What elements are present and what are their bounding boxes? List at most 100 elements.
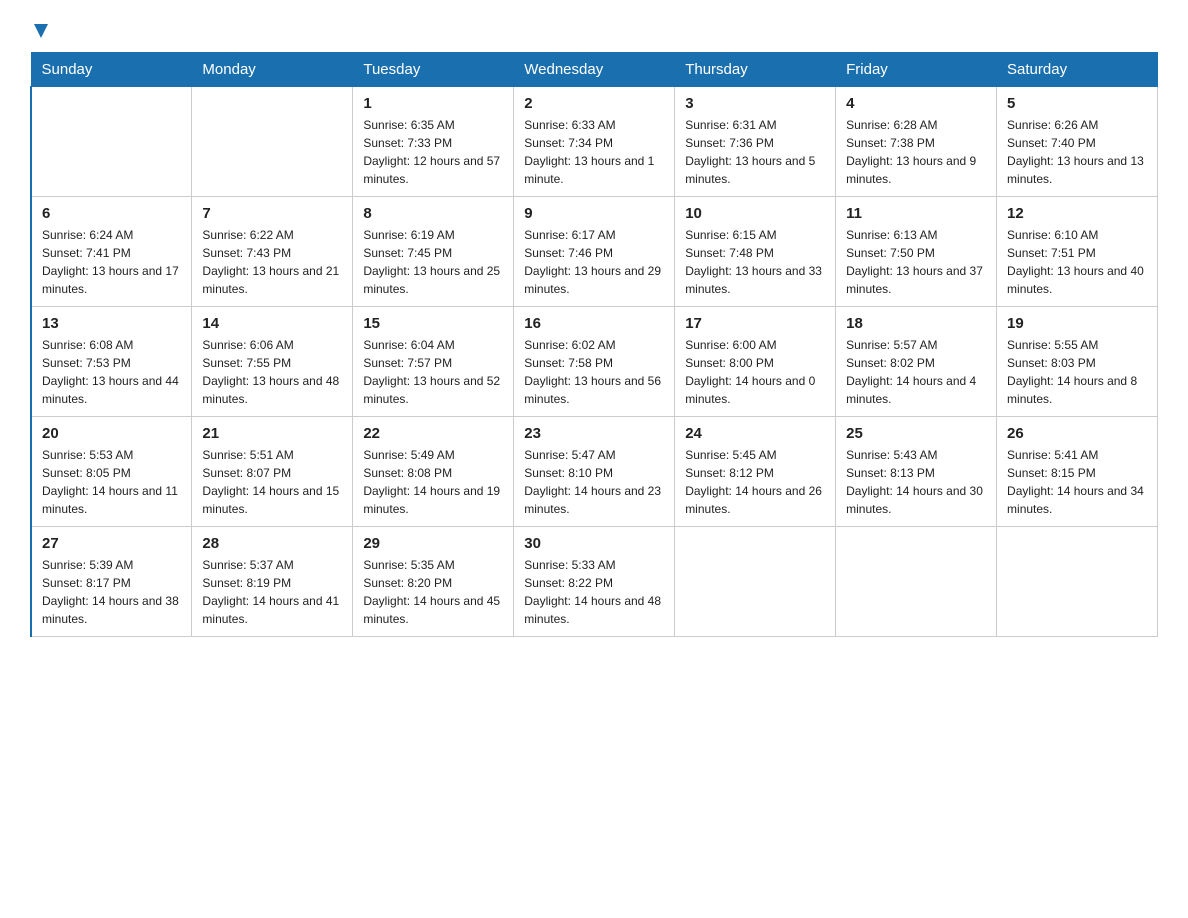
day-number: 13 bbox=[42, 315, 181, 332]
calendar-cell: 10 Sunrise: 6:15 AM Sunset: 7:48 PM Dayli… bbox=[675, 197, 836, 307]
day-number: 3 bbox=[685, 95, 825, 112]
column-header-sunday: Sunday bbox=[31, 53, 192, 87]
calendar-cell: 8 Sunrise: 6:19 AM Sunset: 7:45 PM Daylig… bbox=[353, 197, 514, 307]
calendar-cell bbox=[31, 87, 192, 197]
column-header-thursday: Thursday bbox=[675, 53, 836, 87]
column-header-wednesday: Wednesday bbox=[514, 53, 675, 87]
calendar-cell: 18 Sunrise: 5:57 AM Sunset: 8:02 PM Dayli… bbox=[836, 307, 997, 417]
day-info: Sunrise: 6:31 AM Sunset: 7:36 PM Dayligh… bbox=[685, 116, 825, 188]
day-info: Sunrise: 6:06 AM Sunset: 7:55 PM Dayligh… bbox=[202, 336, 342, 408]
day-number: 19 bbox=[1007, 315, 1147, 332]
calendar-cell bbox=[836, 527, 997, 637]
day-info: Sunrise: 5:35 AM Sunset: 8:20 PM Dayligh… bbox=[363, 556, 503, 628]
calendar-cell: 14 Sunrise: 6:06 AM Sunset: 7:55 PM Dayli… bbox=[192, 307, 353, 417]
column-header-friday: Friday bbox=[836, 53, 997, 87]
day-info: Sunrise: 6:22 AM Sunset: 7:43 PM Dayligh… bbox=[202, 226, 342, 298]
day-number: 18 bbox=[846, 315, 986, 332]
day-number: 28 bbox=[202, 535, 342, 552]
calendar-cell: 1Sunrise: 6:35 AM Sunset: 7:33 PM Daylig… bbox=[353, 87, 514, 197]
day-number: 26 bbox=[1007, 425, 1147, 442]
calendar-cell: 2 Sunrise: 6:33 AM Sunset: 7:34 PM Daylig… bbox=[514, 87, 675, 197]
calendar-cell: 27 Sunrise: 5:39 AM Sunset: 8:17 PM Dayli… bbox=[31, 527, 192, 637]
day-info: Sunrise: 5:43 AM Sunset: 8:13 PM Dayligh… bbox=[846, 446, 986, 518]
week-row-1: 1Sunrise: 6:35 AM Sunset: 7:33 PM Daylig… bbox=[31, 87, 1158, 197]
day-number: 7 bbox=[202, 205, 342, 222]
day-number: 15 bbox=[363, 315, 503, 332]
calendar-cell: 17 Sunrise: 6:00 AM Sunset: 8:00 PM Dayli… bbox=[675, 307, 836, 417]
day-number: 14 bbox=[202, 315, 342, 332]
calendar-cell: 9 Sunrise: 6:17 AM Sunset: 7:46 PM Daylig… bbox=[514, 197, 675, 307]
day-info: Sunrise: 5:45 AM Sunset: 8:12 PM Dayligh… bbox=[685, 446, 825, 518]
calendar-cell: 15 Sunrise: 6:04 AM Sunset: 7:57 PM Dayli… bbox=[353, 307, 514, 417]
day-info: Sunrise: 5:57 AM Sunset: 8:02 PM Dayligh… bbox=[846, 336, 986, 408]
day-info: Sunrise: 6:04 AM Sunset: 7:57 PM Dayligh… bbox=[363, 336, 503, 408]
calendar-cell: 21 Sunrise: 5:51 AM Sunset: 8:07 PM Dayli… bbox=[192, 417, 353, 527]
calendar-cell bbox=[675, 527, 836, 637]
day-info: Sunrise: 5:37 AM Sunset: 8:19 PM Dayligh… bbox=[202, 556, 342, 628]
calendar-cell bbox=[997, 527, 1158, 637]
logo-arrow-icon bbox=[32, 22, 50, 40]
day-info: Sunrise: 6:15 AM Sunset: 7:48 PM Dayligh… bbox=[685, 226, 825, 298]
day-info: Sunrise: 5:51 AM Sunset: 8:07 PM Dayligh… bbox=[202, 446, 342, 518]
page-header bbox=[30, 20, 1158, 36]
day-number: 27 bbox=[42, 535, 181, 552]
calendar-cell: 13Sunrise: 6:08 AM Sunset: 7:53 PM Dayli… bbox=[31, 307, 192, 417]
day-number: 16 bbox=[524, 315, 664, 332]
calendar-cell: 29 Sunrise: 5:35 AM Sunset: 8:20 PM Dayli… bbox=[353, 527, 514, 637]
day-number: 17 bbox=[685, 315, 825, 332]
day-info: Sunrise: 6:00 AM Sunset: 8:00 PM Dayligh… bbox=[685, 336, 825, 408]
week-row-3: 13Sunrise: 6:08 AM Sunset: 7:53 PM Dayli… bbox=[31, 307, 1158, 417]
day-info: Sunrise: 6:28 AM Sunset: 7:38 PM Dayligh… bbox=[846, 116, 986, 188]
calendar-cell: 3 Sunrise: 6:31 AM Sunset: 7:36 PM Daylig… bbox=[675, 87, 836, 197]
day-number: 12 bbox=[1007, 205, 1147, 222]
day-info: Sunrise: 5:33 AM Sunset: 8:22 PM Dayligh… bbox=[524, 556, 664, 628]
day-number: 4 bbox=[846, 95, 986, 112]
day-number: 20 bbox=[42, 425, 181, 442]
day-number: 2 bbox=[524, 95, 664, 112]
week-row-5: 27 Sunrise: 5:39 AM Sunset: 8:17 PM Dayli… bbox=[31, 527, 1158, 637]
week-row-2: 6Sunrise: 6:24 AM Sunset: 7:41 PM Daylig… bbox=[31, 197, 1158, 307]
calendar-cell: 19 Sunrise: 5:55 AM Sunset: 8:03 PM Dayli… bbox=[997, 307, 1158, 417]
day-info: Sunrise: 5:39 AM Sunset: 8:17 PM Dayligh… bbox=[42, 556, 181, 628]
column-header-monday: Monday bbox=[192, 53, 353, 87]
calendar-cell: 7 Sunrise: 6:22 AM Sunset: 7:43 PM Daylig… bbox=[192, 197, 353, 307]
calendar-cell: 24 Sunrise: 5:45 AM Sunset: 8:12 PM Dayli… bbox=[675, 417, 836, 527]
day-number: 29 bbox=[363, 535, 503, 552]
day-info: Sunrise: 5:47 AM Sunset: 8:10 PM Dayligh… bbox=[524, 446, 664, 518]
day-info: Sunrise: 6:26 AM Sunset: 7:40 PM Dayligh… bbox=[1007, 116, 1147, 188]
calendar-cell: 4 Sunrise: 6:28 AM Sunset: 7:38 PM Daylig… bbox=[836, 87, 997, 197]
day-info: Sunrise: 6:10 AM Sunset: 7:51 PM Dayligh… bbox=[1007, 226, 1147, 298]
day-info: Sunrise: 6:19 AM Sunset: 7:45 PM Dayligh… bbox=[363, 226, 503, 298]
calendar-table: SundayMondayTuesdayWednesdayThursdayFrid… bbox=[30, 52, 1158, 637]
day-info: Sunrise: 6:13 AM Sunset: 7:50 PM Dayligh… bbox=[846, 226, 986, 298]
day-info: Sunrise: 6:02 AM Sunset: 7:58 PM Dayligh… bbox=[524, 336, 664, 408]
calendar-cell: 16 Sunrise: 6:02 AM Sunset: 7:58 PM Dayli… bbox=[514, 307, 675, 417]
day-number: 10 bbox=[685, 205, 825, 222]
day-number: 24 bbox=[685, 425, 825, 442]
day-number: 30 bbox=[524, 535, 664, 552]
calendar-cell: 5Sunrise: 6:26 AM Sunset: 7:40 PM Daylig… bbox=[997, 87, 1158, 197]
calendar-cell: 12 Sunrise: 6:10 AM Sunset: 7:51 PM Dayli… bbox=[997, 197, 1158, 307]
day-info: Sunrise: 5:53 AM Sunset: 8:05 PM Dayligh… bbox=[42, 446, 181, 518]
calendar-cell: 23Sunrise: 5:47 AM Sunset: 8:10 PM Dayli… bbox=[514, 417, 675, 527]
day-number: 21 bbox=[202, 425, 342, 442]
calendar-cell: 22Sunrise: 5:49 AM Sunset: 8:08 PM Dayli… bbox=[353, 417, 514, 527]
day-number: 1 bbox=[363, 95, 503, 112]
day-number: 9 bbox=[524, 205, 664, 222]
day-number: 6 bbox=[42, 205, 181, 222]
calendar-cell: 6Sunrise: 6:24 AM Sunset: 7:41 PM Daylig… bbox=[31, 197, 192, 307]
calendar-cell: 30 Sunrise: 5:33 AM Sunset: 8:22 PM Dayli… bbox=[514, 527, 675, 637]
day-info: Sunrise: 6:33 AM Sunset: 7:34 PM Dayligh… bbox=[524, 116, 664, 188]
calendar-header-row: SundayMondayTuesdayWednesdayThursdayFrid… bbox=[31, 53, 1158, 87]
week-row-4: 20 Sunrise: 5:53 AM Sunset: 8:05 PM Dayli… bbox=[31, 417, 1158, 527]
day-info: Sunrise: 6:17 AM Sunset: 7:46 PM Dayligh… bbox=[524, 226, 664, 298]
calendar-cell bbox=[192, 87, 353, 197]
day-number: 11 bbox=[846, 205, 986, 222]
calendar-cell: 26Sunrise: 5:41 AM Sunset: 8:15 PM Dayli… bbox=[997, 417, 1158, 527]
column-header-tuesday: Tuesday bbox=[353, 53, 514, 87]
day-number: 25 bbox=[846, 425, 986, 442]
calendar-cell: 25 Sunrise: 5:43 AM Sunset: 8:13 PM Dayli… bbox=[836, 417, 997, 527]
logo bbox=[30, 20, 50, 36]
day-number: 8 bbox=[363, 205, 503, 222]
day-info: Sunrise: 5:55 AM Sunset: 8:03 PM Dayligh… bbox=[1007, 336, 1147, 408]
